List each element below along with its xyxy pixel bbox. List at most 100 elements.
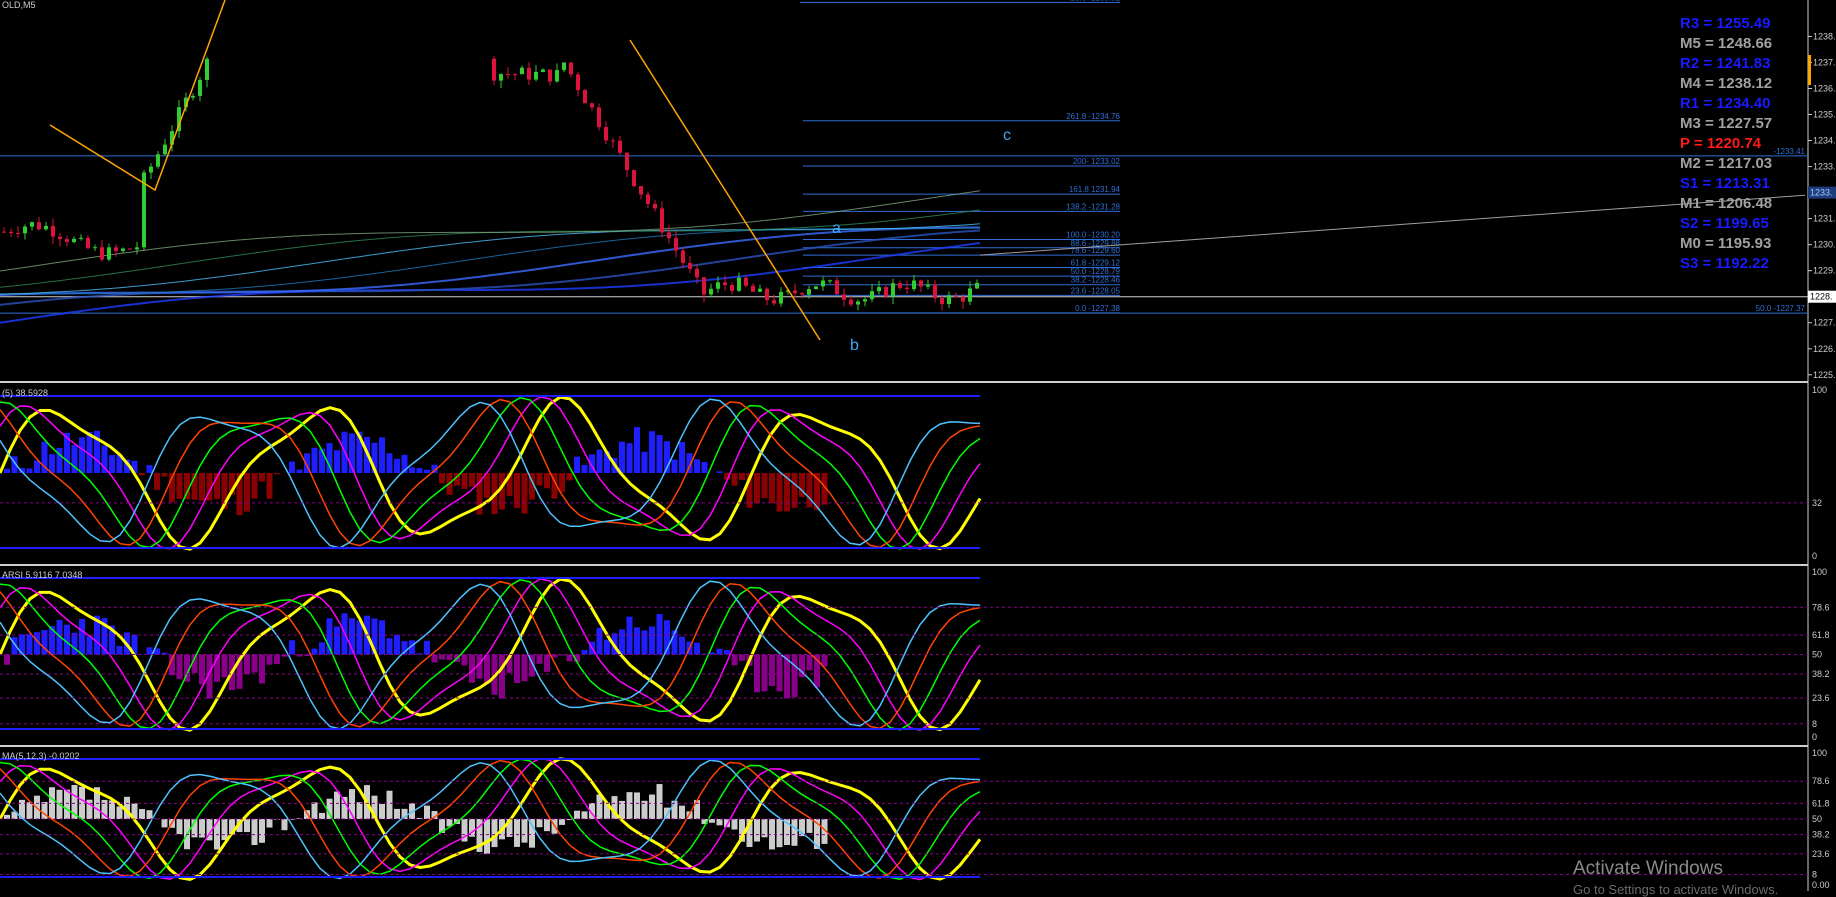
histogram-bar [139, 473, 145, 475]
candle-body [863, 299, 867, 301]
histogram-bar [72, 633, 78, 655]
histogram-bar [649, 627, 655, 655]
histogram-bar [679, 806, 685, 819]
histogram-bar [754, 819, 760, 842]
histogram-bar [424, 470, 430, 473]
price-tick-label: 1237. [1813, 57, 1836, 67]
histogram-bar [462, 655, 468, 666]
main-price-panel: 423.6 -1239.31261.8 -1234.76200- 1233.02… [0, 0, 1808, 354]
histogram-bar [619, 442, 625, 473]
symbol-label: OLD,M5 [2, 0, 36, 10]
candle-body [667, 232, 671, 238]
histogram-bar [409, 467, 415, 473]
candle-body [807, 289, 811, 295]
histogram-bar [597, 450, 603, 473]
histogram-bar [777, 655, 783, 692]
osc-tick-label: 8 [1812, 869, 1817, 879]
candle-body [79, 238, 83, 239]
axis-tag-value: 1233. [1810, 188, 1833, 198]
histogram-bar [522, 473, 528, 514]
candle-body [961, 297, 965, 302]
pivot-level: M2 = 1217.03 [1680, 155, 1772, 172]
histogram-bar [484, 473, 490, 498]
histogram-bar [424, 641, 430, 655]
histogram-bar [79, 437, 85, 473]
candle-body [163, 145, 167, 155]
candle-body [772, 300, 776, 303]
histogram-bar [679, 637, 685, 655]
price-tick-label: 1225. [1813, 370, 1836, 380]
candle-body [114, 247, 118, 251]
histogram-bar [177, 473, 183, 499]
histogram-bar [807, 819, 813, 833]
histogram-bar [357, 802, 363, 819]
candle-body [72, 239, 76, 242]
histogram-bar [334, 627, 340, 655]
histogram-bar [754, 655, 760, 693]
histogram-bar [387, 791, 393, 819]
candle-body [744, 278, 748, 286]
osc-tick-label: 32 [1812, 498, 1822, 508]
histogram-bar [319, 642, 325, 654]
histogram-bar [642, 452, 648, 473]
pivot-level: S2 = 1199.65 [1680, 215, 1769, 232]
candle-body [625, 153, 629, 170]
histogram-bar [379, 804, 385, 819]
osc-tick-label: 78.6 [1812, 776, 1830, 786]
histogram-bar [177, 655, 183, 680]
pivot-level: M5 = 1248.66 [1680, 35, 1772, 52]
histogram-bar [87, 636, 93, 654]
price-tick-label: 1234. [1813, 136, 1836, 146]
histogram-bar [807, 655, 813, 671]
histogram-bar [222, 819, 228, 840]
candle-body [499, 74, 503, 81]
histogram-bar [259, 473, 265, 482]
histogram-bar [597, 628, 603, 655]
histogram-bar [499, 655, 505, 699]
candle-body [968, 288, 972, 301]
price-range-marker [1808, 55, 1811, 85]
pivot-level: M1 = 1206.48 [1680, 195, 1772, 212]
histogram-bar [447, 655, 453, 660]
histogram-bar [177, 819, 183, 834]
histogram-bar [439, 473, 445, 483]
candle-body [849, 300, 853, 305]
osc-tick-label: 38.2 [1812, 830, 1830, 840]
candle-body [856, 301, 860, 304]
price-tick-label: 1231. [1813, 214, 1836, 224]
candle-body [611, 140, 615, 141]
candle-body [16, 233, 20, 234]
candle-body [674, 238, 678, 250]
candle-body [583, 90, 587, 103]
level-label: 50.0 -1227.37 [1756, 304, 1806, 313]
histogram-bar [694, 643, 700, 655]
candle-body [947, 296, 951, 305]
candle-body [527, 68, 531, 80]
histogram-bar [64, 790, 70, 819]
candle-body [58, 237, 62, 239]
histogram-bar [627, 443, 633, 473]
histogram-bar [769, 473, 775, 503]
pivot-level: M4 = 1238.12 [1680, 75, 1772, 92]
candle-body [100, 247, 104, 259]
candle-body [737, 278, 741, 291]
histogram-bar [327, 443, 333, 473]
histogram-bar [282, 819, 288, 830]
histogram-bar [4, 655, 10, 665]
candle-body [51, 226, 55, 237]
candle-body [44, 226, 48, 229]
osc-tick-label: 0.00 [1812, 880, 1830, 890]
price-tick-label: 1235. [1813, 110, 1836, 120]
candle-body [632, 170, 636, 186]
histogram-bar [522, 655, 528, 682]
histogram-bar [147, 810, 153, 819]
histogram-bar [604, 640, 610, 655]
histogram-bar [199, 655, 205, 685]
histogram-bar [4, 815, 10, 819]
histogram-bar [394, 459, 400, 473]
histogram-bar [634, 627, 640, 654]
histogram-bar [777, 819, 783, 847]
fib-label: 138.2 -1231.28 [1066, 202, 1120, 211]
price-tick-label: 1233. [1813, 162, 1836, 172]
histogram-bar [259, 655, 265, 684]
